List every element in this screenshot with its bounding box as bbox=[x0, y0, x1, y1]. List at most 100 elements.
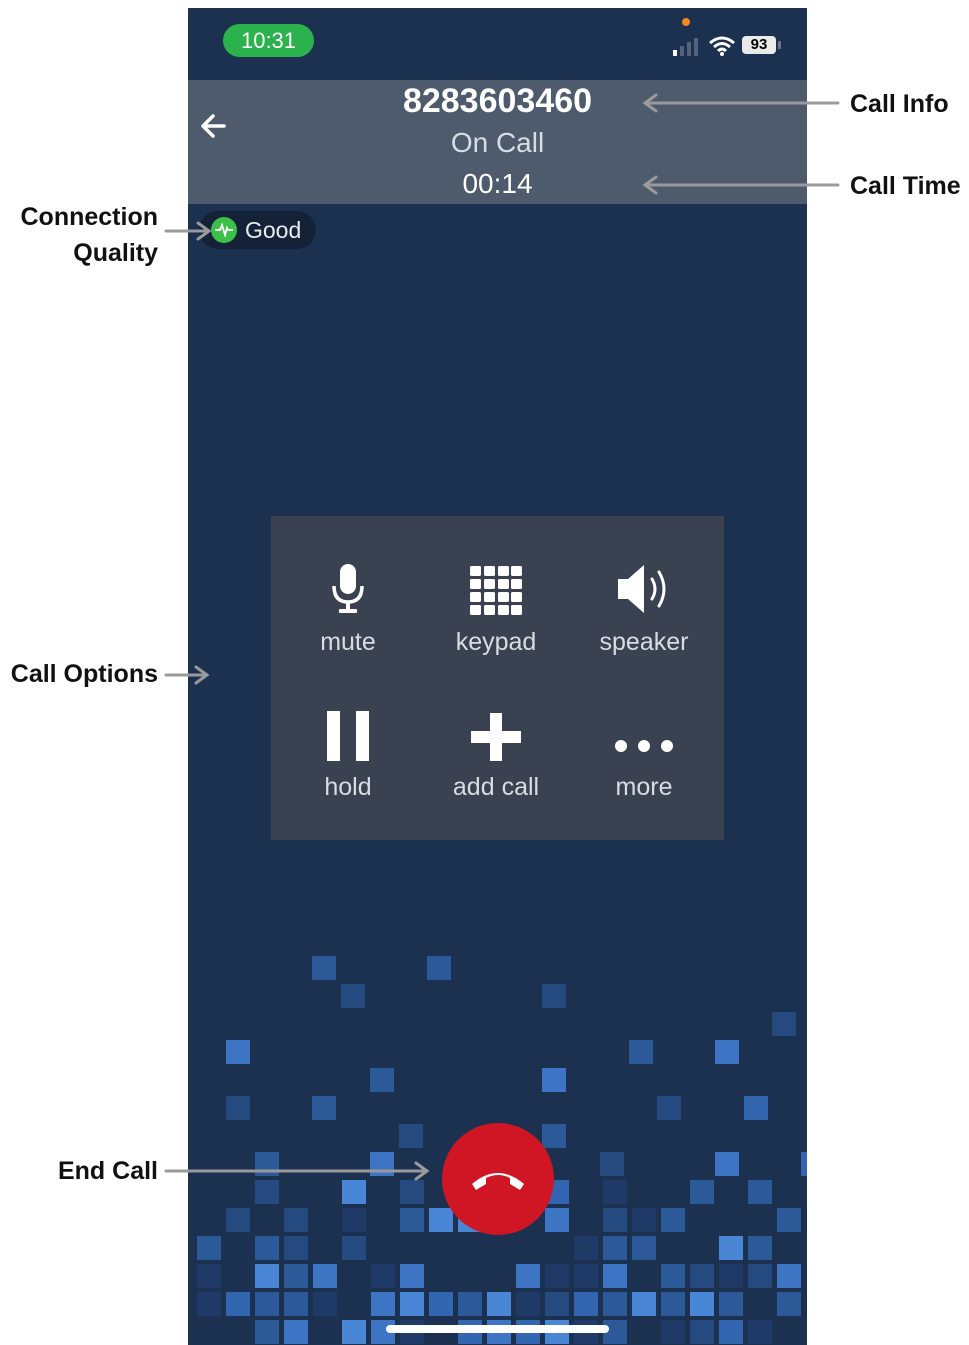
mosaic-tile bbox=[715, 1040, 739, 1064]
mosaic-tile bbox=[719, 1264, 743, 1288]
wifi-icon bbox=[709, 36, 735, 56]
mosaic-tile bbox=[458, 1292, 482, 1316]
mosaic-tile bbox=[603, 1180, 627, 1204]
mosaic-tile bbox=[429, 1292, 453, 1316]
mosaic-tile bbox=[284, 1292, 308, 1316]
mosaic-tile bbox=[603, 1264, 627, 1288]
speaker-label: speaker bbox=[599, 628, 689, 656]
speaker-icon bbox=[618, 565, 666, 613]
mosaic-tile bbox=[690, 1292, 714, 1316]
mosaic-tile bbox=[312, 956, 336, 980]
mosaic-tile bbox=[603, 1236, 627, 1260]
mosaic-tile bbox=[748, 1320, 772, 1344]
mosaic-tile bbox=[777, 1292, 801, 1316]
mosaic-tile bbox=[772, 1012, 796, 1036]
mosaic-tile bbox=[226, 1096, 250, 1120]
annotation-connection-quality-line1: Connection bbox=[20, 203, 159, 231]
mosaic-tile bbox=[516, 1292, 540, 1316]
pulse-icon bbox=[211, 217, 237, 243]
more-label: more bbox=[615, 773, 673, 801]
mosaic-tile bbox=[400, 1208, 424, 1232]
hold-label: hold bbox=[324, 773, 372, 801]
battery-icon: 93 bbox=[742, 36, 781, 54]
mosaic-tile bbox=[226, 1292, 250, 1316]
keypad-label: keypad bbox=[455, 628, 537, 656]
mosaic-tile bbox=[657, 1096, 681, 1120]
mosaic-tile bbox=[226, 1208, 250, 1232]
mosaic-tile bbox=[603, 1292, 627, 1316]
mosaic-tile bbox=[715, 1152, 739, 1176]
mosaic-tile bbox=[777, 1264, 801, 1288]
more-dots-icon bbox=[615, 740, 673, 752]
home-indicator[interactable] bbox=[386, 1325, 609, 1333]
mosaic-tile bbox=[574, 1264, 598, 1288]
mosaic-tile bbox=[574, 1292, 598, 1316]
mosaic-tile bbox=[574, 1236, 598, 1260]
connection-quality-label: Good bbox=[245, 216, 302, 243]
call-options-panel: mute keypad speaker hold add call more bbox=[271, 516, 724, 840]
mosaic-tile bbox=[284, 1264, 308, 1288]
mosaic-tile bbox=[370, 1068, 394, 1092]
speaker-button[interactable]: speaker bbox=[569, 554, 719, 674]
mosaic-tile bbox=[197, 1236, 221, 1260]
arrow-call-info bbox=[642, 93, 840, 113]
mosaic-tile bbox=[371, 1292, 395, 1316]
add-call-label: add call bbox=[452, 773, 540, 801]
mosaic-tile bbox=[400, 1180, 424, 1204]
mosaic-tile bbox=[226, 1040, 250, 1064]
more-button[interactable]: more bbox=[569, 699, 719, 819]
mosaic-tile bbox=[748, 1264, 772, 1288]
mosaic-tile bbox=[255, 1292, 279, 1316]
mosaic-tile bbox=[545, 1292, 569, 1316]
pause-icon bbox=[327, 711, 369, 761]
mosaic-tile bbox=[487, 1292, 511, 1316]
mosaic-tile bbox=[429, 1208, 453, 1232]
mosaic-tile bbox=[255, 1264, 279, 1288]
mosaic-tile bbox=[600, 1152, 624, 1176]
mosaic-tile bbox=[542, 1124, 566, 1148]
mosaic-tile bbox=[313, 1264, 337, 1288]
mosaic-tile bbox=[661, 1208, 685, 1232]
mosaic-tile bbox=[342, 1180, 366, 1204]
end-call-button[interactable] bbox=[442, 1123, 554, 1235]
mosaic-tile bbox=[719, 1320, 743, 1344]
status-bar: 10:31 93 bbox=[188, 8, 807, 80]
mosaic-tile bbox=[342, 1236, 366, 1260]
mosaic-tile bbox=[632, 1208, 656, 1232]
annotation-connection-quality: Connection Quality bbox=[0, 199, 159, 271]
mosaic-tile bbox=[661, 1264, 685, 1288]
mosaic-tile bbox=[284, 1236, 308, 1260]
mosaic-tile bbox=[400, 1292, 424, 1316]
mosaic-tile bbox=[801, 1152, 807, 1176]
phone-screen: 10:31 93 8283603460 On Call 00:14 Good m… bbox=[188, 8, 807, 1345]
mosaic-tile bbox=[744, 1096, 768, 1120]
annotation-call-options: Call Options bbox=[10, 660, 158, 688]
mosaic-tile bbox=[371, 1264, 395, 1288]
mosaic-tile bbox=[284, 1320, 308, 1344]
mosaic-tile bbox=[400, 1264, 424, 1288]
mosaic-tile bbox=[542, 984, 566, 1008]
mosaic-tile bbox=[313, 1292, 337, 1316]
mosaic-tile bbox=[197, 1292, 221, 1316]
signal-icon bbox=[673, 38, 698, 56]
add-call-button[interactable]: add call bbox=[421, 699, 571, 819]
mosaic-tile bbox=[427, 956, 451, 980]
annotation-end-call: End Call bbox=[57, 1157, 158, 1185]
hold-button[interactable]: hold bbox=[273, 699, 423, 819]
mosaic-tile bbox=[690, 1320, 714, 1344]
mosaic-tile bbox=[516, 1264, 540, 1288]
annotation-connection-quality-line2: Quality bbox=[73, 239, 158, 267]
mosaic-tile bbox=[255, 1320, 279, 1344]
mute-button[interactable]: mute bbox=[273, 554, 423, 674]
arrow-connection-quality bbox=[164, 221, 212, 241]
status-time: 10:31 bbox=[223, 24, 314, 57]
mosaic-tile bbox=[255, 1236, 279, 1260]
mosaic-tile bbox=[777, 1208, 801, 1232]
mosaic-tile bbox=[542, 1068, 566, 1092]
microphone-icon bbox=[332, 564, 364, 613]
mosaic-tile bbox=[399, 1124, 423, 1148]
keypad-button[interactable]: keypad bbox=[421, 554, 571, 674]
mosaic-tile bbox=[197, 1264, 221, 1288]
arrow-call-time bbox=[642, 175, 840, 195]
mosaic-tile bbox=[690, 1180, 714, 1204]
